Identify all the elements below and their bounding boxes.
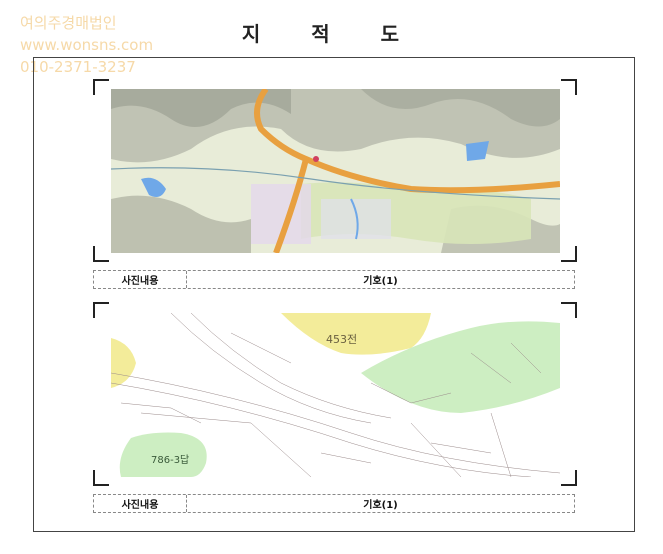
photo-caption: 사진내용 기호(1): [93, 494, 575, 513]
crop-mark: [93, 302, 109, 318]
crop-mark: [93, 79, 109, 95]
crop-mark: [561, 246, 577, 262]
caption-value: 기호(1): [363, 500, 398, 511]
caption-value: 기호(1): [363, 276, 398, 287]
crop-mark: [561, 302, 577, 318]
crop-mark: [93, 246, 109, 262]
parcel-label: 786-3답: [151, 454, 189, 466]
caption-label: 사진내용: [94, 271, 187, 288]
page-title: 지 적 도: [241, 22, 422, 46]
parcel-label: 453전: [326, 333, 357, 346]
crop-mark: [561, 470, 577, 486]
caption-label: 사진내용: [94, 495, 187, 512]
crop-mark: [561, 79, 577, 95]
cadastral-map-image: 453전 786-3답: [111, 313, 560, 477]
photo-caption: 사진내용 기호(1): [93, 270, 575, 289]
location-map-image: [111, 89, 560, 253]
crop-mark: [93, 470, 109, 486]
